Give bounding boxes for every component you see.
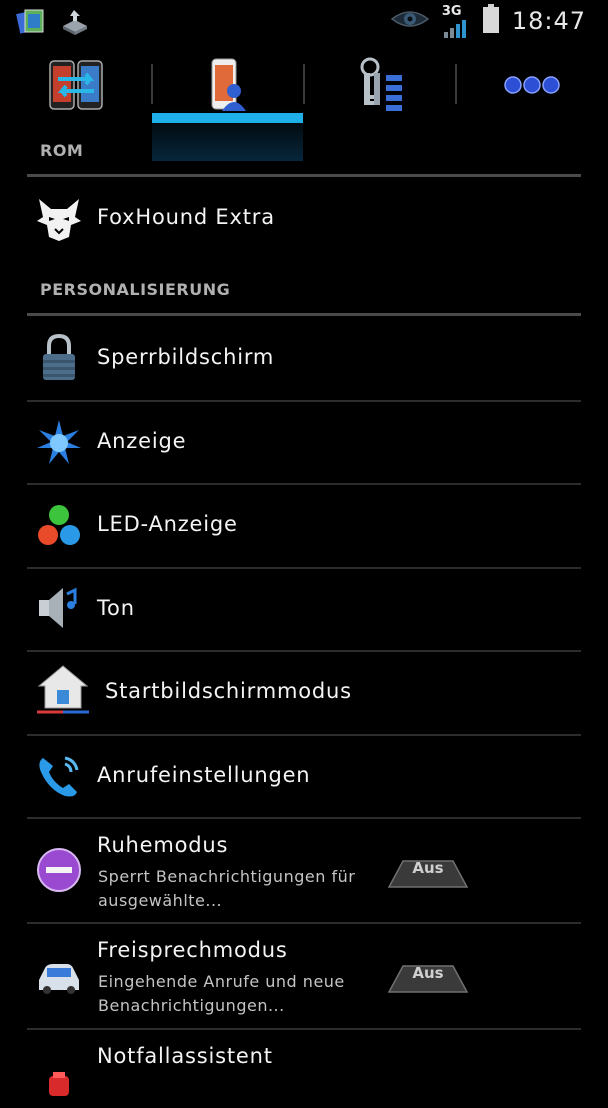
list-item-display[interactable]: Anzeige — [27, 402, 581, 483]
list-item-led[interactable]: LED-Anzeige — [27, 485, 581, 567]
item-title: Freisprechmodus — [97, 938, 288, 962]
toggle-label: Aus — [412, 859, 444, 877]
list-item-emergency[interactable]: Notfallassistent — [27, 1030, 581, 1096]
list-item-foxhound-extra[interactable]: FoxHound Extra — [27, 178, 581, 260]
driving-mode-toggle[interactable]: Aus — [387, 962, 469, 996]
car-icon — [35, 952, 83, 1000]
item-title: LED-Anzeige — [97, 512, 238, 536]
phone-call-icon — [35, 752, 83, 800]
tab-rom[interactable] — [0, 48, 152, 126]
eye-icon — [390, 7, 430, 35]
item-title: Anzeige — [97, 429, 187, 453]
display-burst-icon — [35, 418, 83, 466]
item-title: Startbildschirmmodus — [105, 679, 352, 703]
item-summary: Eingehende Anrufe und neue Benachrichtig… — [98, 972, 345, 1015]
tab-security[interactable] — [304, 48, 456, 126]
item-title: Ruhemodus — [97, 833, 229, 857]
list-item-driving-mode[interactable]: Freisprechmodus Eingehende Anrufe und ne… — [27, 924, 581, 1028]
section-header-personal: PERSONALISIERUNG — [40, 280, 231, 299]
item-title: Anrufeinstellungen — [97, 763, 311, 787]
bobcat-logo-icon — [35, 195, 83, 243]
item-summary: Sperrt Benachrichtigungen für ausgewählt… — [98, 867, 356, 910]
section-header-rom: ROM — [40, 141, 84, 160]
more-dots-icon — [504, 75, 560, 99]
list-item-homescreen[interactable]: Startbildschirmmodus — [27, 652, 581, 734]
speaker-icon — [35, 584, 83, 632]
item-title: Ton — [97, 596, 135, 620]
section-divider — [27, 174, 581, 177]
keys-list-icon — [352, 57, 408, 117]
status-bar: 3G 18:47 — [0, 0, 608, 48]
clock: 18:47 — [511, 7, 586, 35]
item-title: Sperrbildschirm — [97, 345, 275, 369]
toggle-label: Aus — [412, 964, 444, 982]
tab-more[interactable] — [456, 48, 608, 126]
section-divider — [27, 313, 581, 316]
usb-debug-icon — [60, 6, 90, 40]
phone-swap-icon — [46, 57, 106, 117]
minus-circle-icon — [35, 846, 83, 894]
phone-user-icon — [204, 57, 252, 117]
selected-tab-indicator — [152, 113, 303, 123]
list-item-lockscreen[interactable]: Sperrbildschirm — [27, 317, 581, 400]
item-title: FoxHound Extra — [97, 205, 275, 229]
signal-icon: 3G — [442, 4, 470, 38]
list-item-blocking-mode[interactable]: Ruhemodus Sperrt Benachrichtigungen für … — [27, 819, 581, 922]
home-icon — [35, 665, 91, 714]
network-type-label: 3G — [441, 4, 462, 19]
tab-bar — [0, 48, 608, 161]
battery-icon — [482, 4, 500, 38]
item-title: Notfallassistent — [97, 1044, 273, 1068]
list-item-calls[interactable]: Anrufeinstellungen — [27, 736, 581, 817]
blocking-mode-toggle[interactable]: Aus — [387, 857, 469, 891]
emergency-icon — [35, 1060, 83, 1108]
screenshot-gallery-icon — [16, 6, 48, 40]
padlock-icon — [35, 334, 83, 382]
led-dots-icon — [35, 502, 83, 550]
list-item-sound[interactable]: Ton — [27, 569, 581, 650]
